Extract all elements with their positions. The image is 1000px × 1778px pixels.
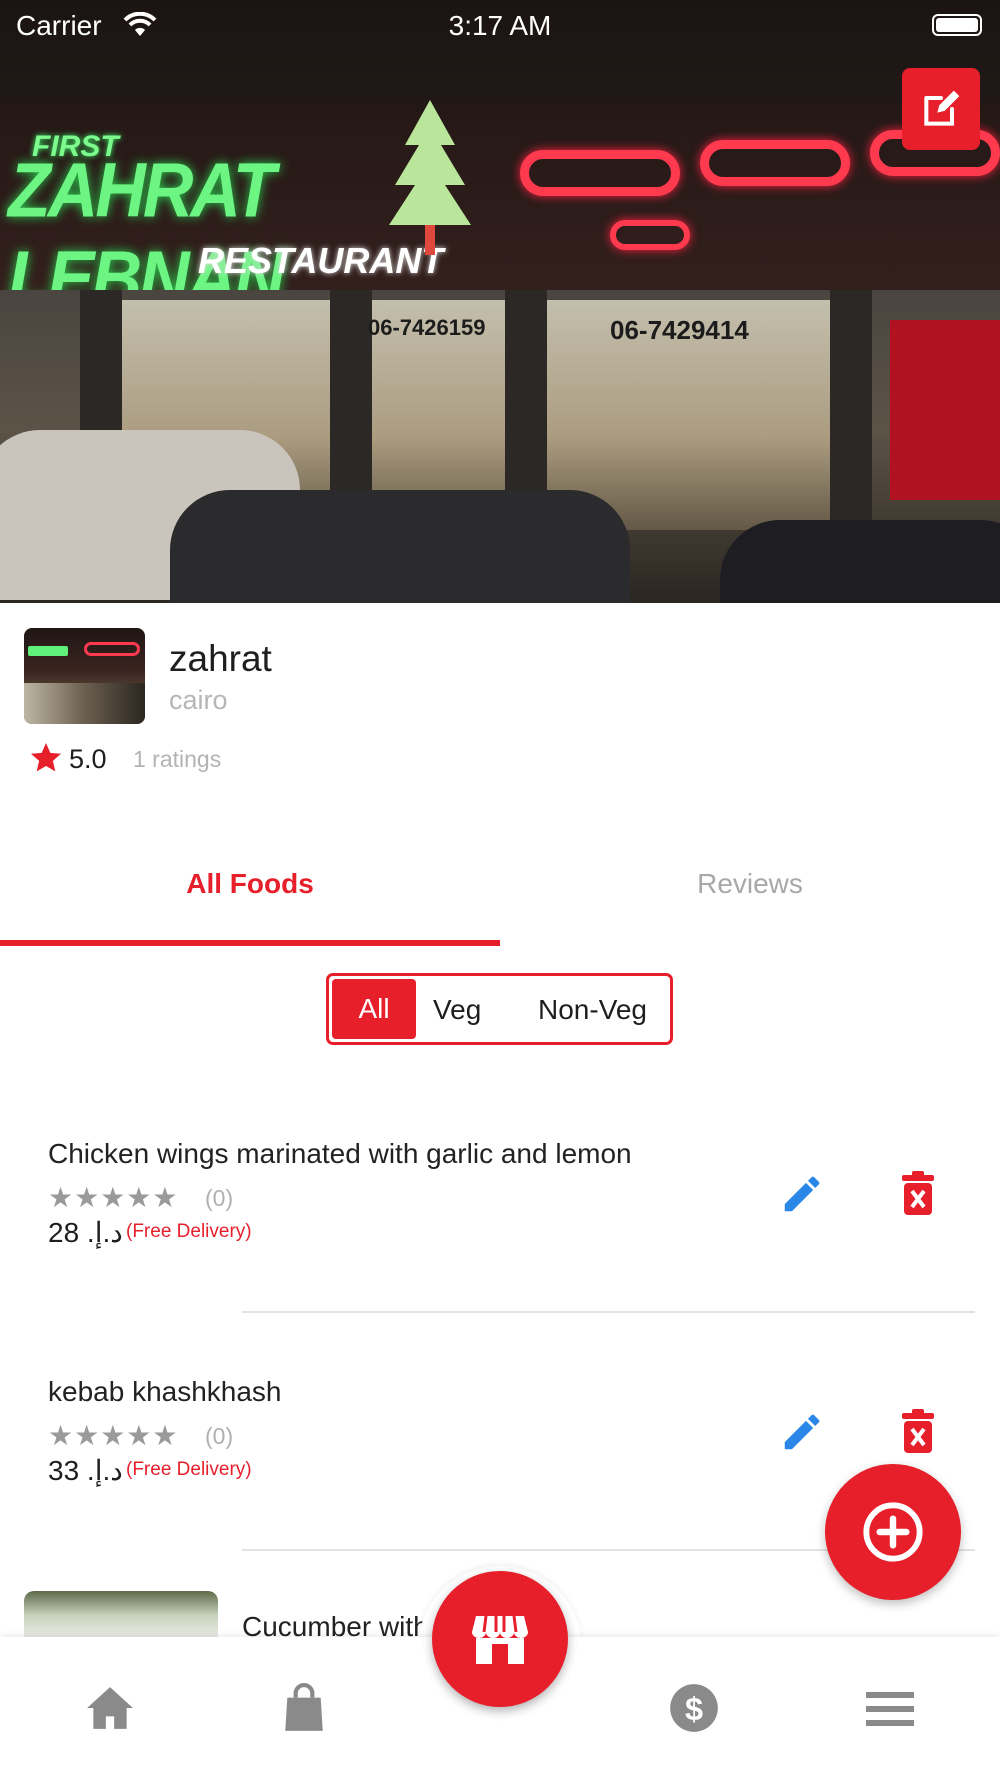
food-price: 28 .د.إ (48, 1217, 123, 1248)
clock: 3:17 AM (448, 10, 552, 41)
tab-all-foods[interactable]: All Foods (0, 868, 500, 900)
food-image (24, 1591, 218, 1641)
dollar-icon: $ (670, 1684, 718, 1732)
edit-food-button[interactable] (776, 1168, 828, 1220)
star-icon (31, 743, 61, 772)
divider (242, 1311, 975, 1313)
trash-icon (902, 1409, 934, 1453)
food-stars: ★★★★★ (48, 1420, 179, 1451)
rating-value: 5.0 (69, 744, 107, 774)
nav-orders[interactable] (274, 1680, 334, 1736)
store-icon (472, 1615, 528, 1664)
restaurant-thumbnail (24, 628, 145, 724)
restaurant-name: zahrat (169, 638, 272, 679)
restaurant-cover-photo: FIRST ZAHRAT LEBNAN RESTAURANT 06-742615… (0, 0, 1000, 603)
filter-non-veg[interactable]: Non-Veg (538, 994, 647, 1026)
home-icon (87, 1687, 133, 1729)
tab-reviews[interactable]: Reviews (500, 868, 1000, 900)
battery-icon (932, 14, 982, 36)
food-stars: ★★★★★ (48, 1182, 179, 1213)
svg-text:$: $ (685, 1691, 703, 1727)
free-delivery-label: (Free Delivery) (126, 1459, 252, 1480)
edit-food-button[interactable] (776, 1406, 828, 1458)
food-price: 33 .د.إ (48, 1455, 123, 1486)
pencil-icon (784, 1414, 820, 1450)
status-bar: Carrier 3:17 AM (0, 0, 1000, 50)
pencil-icon (784, 1176, 820, 1212)
nav-menu[interactable] (860, 1680, 920, 1736)
sign-latin-lettering: FIRST ZAHRAT LEBNAN RESTAURANT (8, 130, 444, 321)
delete-food-button[interactable] (896, 1168, 940, 1220)
trash-icon (902, 1171, 934, 1215)
edit-icon (924, 90, 960, 126)
free-delivery-label: (Free Delivery) (126, 1221, 252, 1242)
nav-home[interactable] (80, 1680, 140, 1736)
food-type-filter: All Veg Non-Veg (326, 973, 673, 1045)
food-rating-count: (0) (205, 1423, 234, 1449)
restaurant-page: FIRST ZAHRAT LEBNAN RESTAURANT 06-742615… (0, 0, 1000, 1778)
filter-all[interactable]: All (332, 979, 416, 1039)
menu-icon (866, 1692, 914, 1726)
add-food-button[interactable] (825, 1464, 961, 1600)
delete-food-button[interactable] (896, 1406, 940, 1458)
nav-earnings[interactable]: $ (664, 1680, 724, 1736)
shopping-bag-icon (285, 1683, 323, 1731)
ratings-count: 1 ratings (133, 746, 222, 772)
food-title: kebab khashkhash (48, 1376, 282, 1407)
filter-veg[interactable]: Veg (433, 994, 481, 1026)
food-title: Chicken wings marinated with garlic and … (48, 1138, 632, 1169)
edit-restaurant-button[interactable] (902, 68, 980, 150)
restaurant-city: cairo (169, 685, 228, 715)
cedar-tree-icon (389, 100, 471, 255)
food-rating-count: (0) (205, 1185, 234, 1211)
store-button[interactable] (432, 1571, 568, 1707)
active-tab-indicator (0, 940, 500, 946)
plus-circle-icon (863, 1502, 923, 1562)
